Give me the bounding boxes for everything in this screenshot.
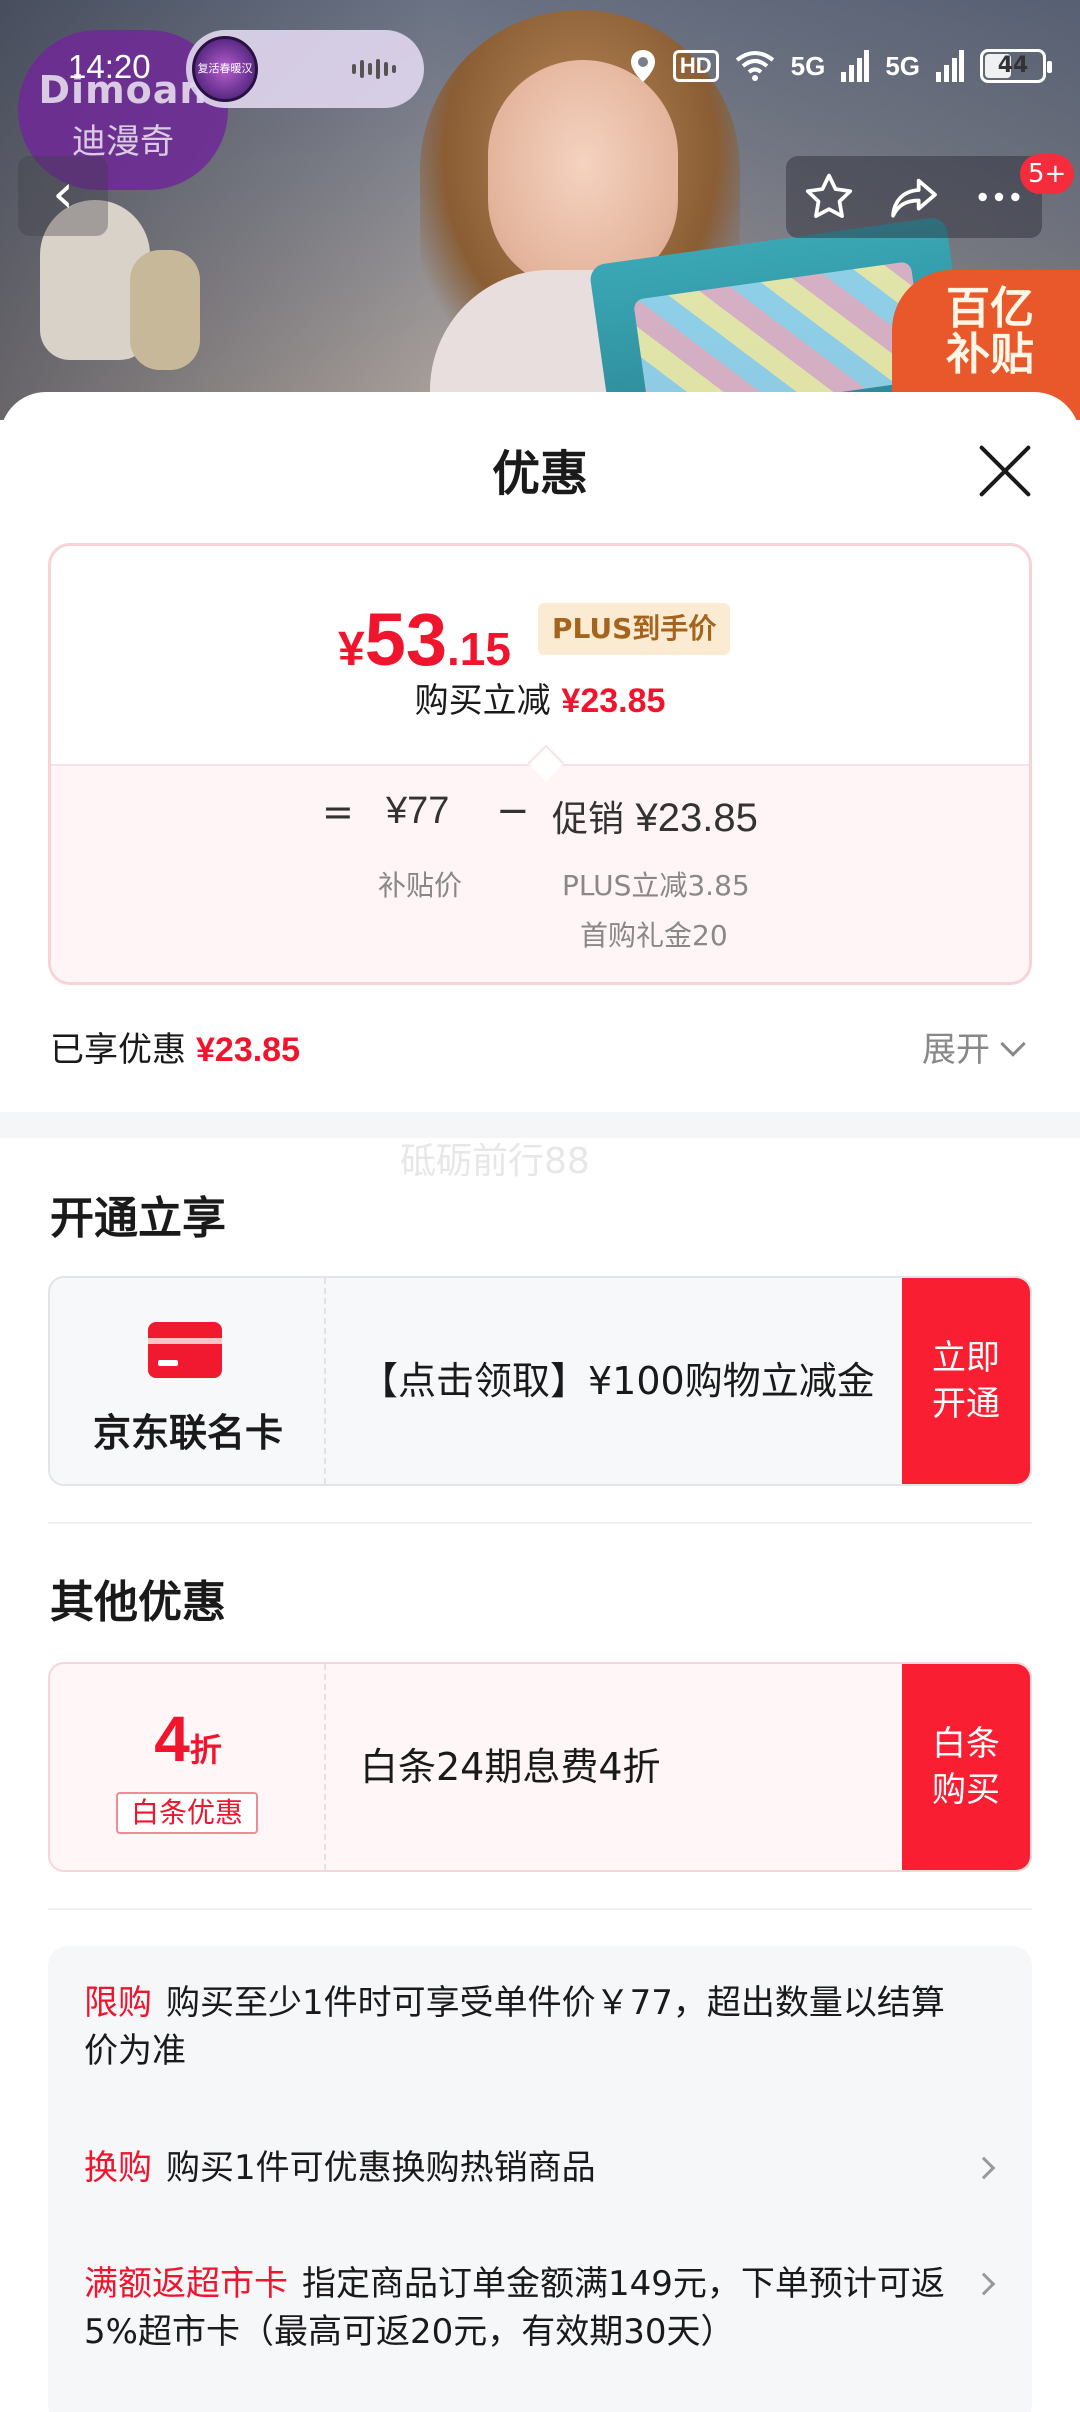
- subsidy-price: ¥77: [386, 790, 450, 832]
- plus-price-tag: PLUS到手价: [538, 603, 731, 655]
- watermark: 砥砺前行88: [400, 1141, 590, 1182]
- battery-icon: 44: [980, 49, 1052, 83]
- enjoyed-discount: 已享优惠 ¥23.85: [50, 1030, 300, 1070]
- close-icon[interactable]: [974, 440, 1036, 502]
- baitiao-offer[interactable]: 4折 白条优惠 白条24期息费4折 白条购买: [48, 1662, 1032, 1872]
- equals-sign: =: [322, 790, 354, 834]
- section-title-other: 其他优惠: [50, 1577, 226, 1628]
- signal-5g-label: 5G: [790, 50, 826, 81]
- rule-item-exchange[interactable]: 换购 购买1件可优惠换购热销商品: [84, 2144, 964, 2192]
- instant-discount-value: ¥23.85: [561, 682, 666, 720]
- rule-item-cashback[interactable]: 满额返超市卡 指定商品订单金额满149元，下单预计可返5%超市卡（最高可返20元，…: [84, 2260, 964, 2356]
- sheet-title: 优惠: [491, 446, 588, 502]
- vase: [130, 250, 200, 370]
- top-actions: [786, 156, 1042, 238]
- star-icon[interactable]: [801, 169, 857, 225]
- rule-item-limit: 限购 购买至少1件时可享受单件价￥77，超出数量以结算价为准: [84, 1983, 945, 2071]
- audio-wave-icon: [352, 58, 404, 80]
- message-count-badge: 5+: [1020, 154, 1075, 194]
- instant-discount: 购买立减 ¥23.85: [414, 681, 666, 721]
- card-name: 京东联名卡: [92, 1411, 283, 1455]
- offer-desc: 白条24期息费4折: [360, 1745, 661, 1789]
- final-price: ¥53.15: [338, 598, 511, 681]
- hd-icon: HD: [672, 50, 719, 82]
- wifi-icon: [735, 51, 774, 81]
- offer-desc: 【点击领取】¥100购物立减金: [360, 1359, 875, 1403]
- chevron-down-icon: [1000, 1031, 1026, 1057]
- status-time: 14:20: [68, 48, 151, 85]
- signal-icon: [936, 50, 964, 82]
- back-button[interactable]: ‹: [18, 156, 108, 236]
- price-calc-area: [51, 764, 1029, 982]
- chevron-left-icon: ‹: [52, 162, 74, 225]
- minus-sign: −: [496, 788, 530, 834]
- status-icons: HD 5G 5G 44: [629, 44, 1052, 88]
- discount-tag: 白条优惠: [116, 1792, 258, 1834]
- signal-icon: [841, 50, 870, 82]
- promo-discount: 促销 ¥23.85: [552, 796, 758, 840]
- open-now-button[interactable]: 立即开通: [902, 1278, 1030, 1484]
- location-icon: [630, 50, 655, 82]
- signal-5g-label: 5G: [885, 50, 920, 81]
- plus-reduce-label: PLUS立减3.85: [562, 869, 750, 902]
- battery-percent: 44: [997, 53, 1029, 78]
- expand-button[interactable]: 展开: [922, 1022, 1026, 1071]
- discount-value: 4折: [154, 1703, 222, 1775]
- more-dots-icon[interactable]: [971, 169, 1027, 225]
- model-face: [488, 60, 678, 290]
- section-title-open: 开通立享: [50, 1193, 226, 1244]
- subsidy-price-label: 补贴价: [378, 869, 463, 902]
- music-avatar: 复活春暖汉: [192, 36, 258, 102]
- co-brand-card-offer[interactable]: 京东联名卡 【点击领取】¥100购物立减金 立即开通: [48, 1276, 1032, 1486]
- first-buy-gift-label: 首购礼金20: [580, 919, 728, 952]
- baitiao-buy-button[interactable]: 白条购买: [902, 1664, 1030, 1870]
- credit-card-icon: [148, 1322, 222, 1378]
- dynamic-island[interactable]: 复活春暖汉: [186, 30, 424, 108]
- share-icon[interactable]: [886, 169, 942, 225]
